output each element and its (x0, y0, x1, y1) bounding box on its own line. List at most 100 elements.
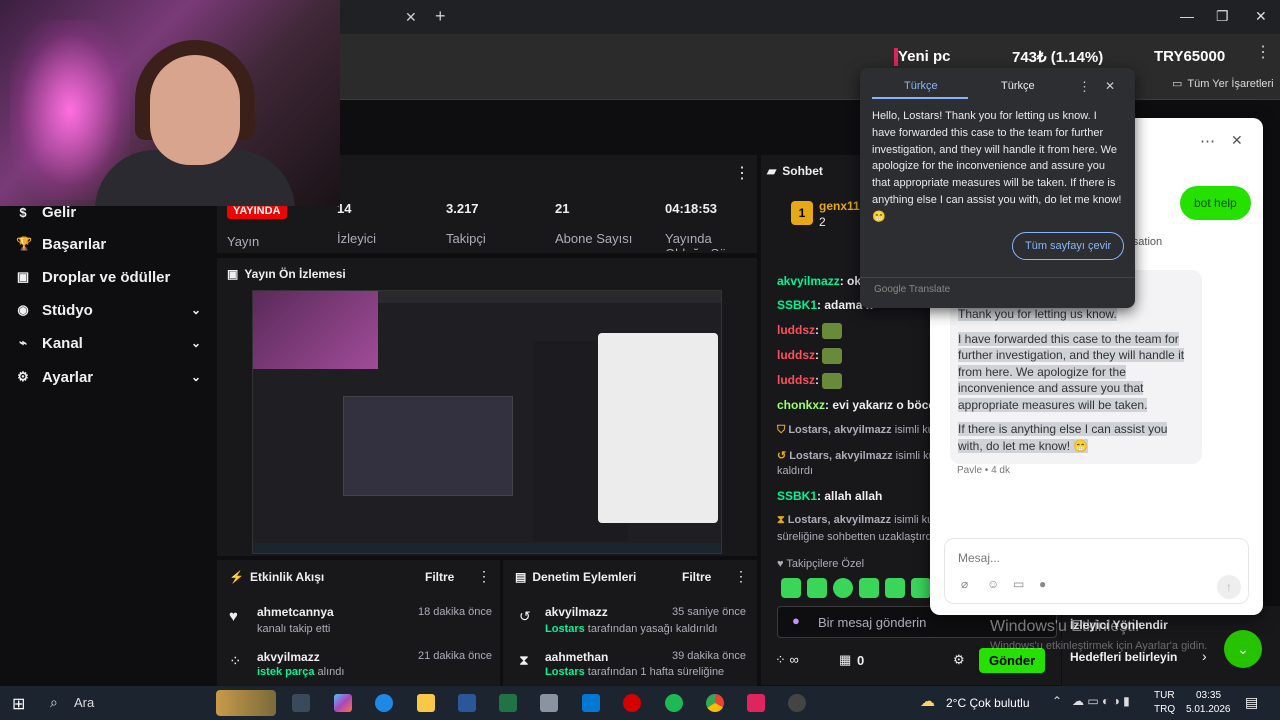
translate-footer: Google Translate (874, 284, 951, 295)
moderation-row-name[interactable]: akvyilmazz (545, 605, 608, 619)
language-secondary[interactable]: TRQ (1154, 704, 1175, 715)
channel-points-icon[interactable]: ⁘ ∞ (775, 652, 799, 668)
sidebar-item-settings[interactable]: ⚙ Ayarlar ⌄ (16, 365, 201, 389)
stream-preview-video[interactable] (252, 290, 722, 554)
chrome-icon[interactable] (706, 694, 724, 712)
sidebar-item-drops[interactable]: ▣ Droplar ve ödüller (16, 265, 201, 289)
activity-row-time: 21 dakika önce (418, 650, 492, 662)
microphone-icon[interactable]: ● (1039, 577, 1046, 591)
sidebar-item-achievements[interactable]: 🏆 Başarılar (16, 232, 201, 256)
all-bookmarks-link[interactable]: ▭ Tüm Yer İşaretleri (1172, 77, 1274, 90)
emoji-icon[interactable]: ☺ (987, 577, 999, 591)
language-primary[interactable]: TUR (1154, 690, 1175, 701)
copilot-icon[interactable] (334, 694, 352, 712)
agent-message-p2: I have forwarded this case to the team f… (958, 331, 1185, 412)
activity-row-name[interactable]: akvyilmazz (257, 650, 320, 664)
ticker-goal: TRY65000 (1154, 48, 1226, 65)
store-icon[interactable] (582, 694, 600, 712)
search-icon[interactable]: ⌕ (50, 694, 58, 711)
duration-label: Yayında Olduğu Süre (665, 231, 738, 251)
stats-menu-icon[interactable]: ⋮ (734, 163, 750, 183)
emote-icon[interactable] (885, 578, 905, 598)
app-icon[interactable] (747, 694, 765, 712)
moderation-menu-icon[interactable]: ⋮ (734, 568, 748, 585)
activity-row-time: 18 dakika önce (418, 606, 492, 618)
agent-message-p1: Thank you for letting us know. (958, 307, 1117, 321)
tray-chevron-icon[interactable]: ⌃ (1052, 694, 1062, 708)
tab-close-icon[interactable]: ✕ (405, 9, 417, 26)
new-tab-icon[interactable]: + (435, 6, 446, 27)
spotify-icon[interactable] (665, 694, 683, 712)
folder-icon: ▭ (1172, 78, 1183, 90)
clock-time[interactable]: 03:35 (1196, 690, 1221, 701)
window-close-icon[interactable]: ✕ (1255, 8, 1267, 25)
notification-icon[interactable]: ▤ (1245, 694, 1258, 711)
attachment-icon[interactable]: ⌀ (961, 577, 968, 591)
taskbar-search[interactable]: Ara (74, 695, 94, 710)
activity-filter-button[interactable]: Filtre (425, 570, 454, 584)
emote-icon[interactable] (807, 578, 827, 598)
task-view-icon[interactable] (292, 694, 310, 712)
moderation-row-time: 35 saniye önce (672, 606, 746, 618)
moderation-filter-button[interactable]: Filtre (682, 570, 711, 584)
chevron-down-icon[interactable]: ⌄ (1224, 630, 1262, 668)
microphone-icon[interactable]: ● (792, 613, 800, 628)
undo-icon: ↺ (519, 608, 531, 624)
maximize-icon[interactable]: ❐ (1216, 8, 1229, 25)
calculator-icon[interactable] (540, 694, 558, 712)
clock-date[interactable]: 5.01.2026 (1186, 704, 1231, 715)
support-menu-icon[interactable]: ⋯ (1200, 132, 1215, 150)
translate-popup: Türkçe Türkçe ⋮ ✕ Hello, Lostars! Thank … (860, 68, 1135, 308)
agent-meta: Pavle • 4 dk (957, 465, 1010, 476)
windows-start-icon[interactable]: ⊞ (12, 694, 25, 714)
viewers-label: İzleyici (337, 231, 377, 246)
translate-tab-source[interactable]: Türkçe (904, 80, 938, 92)
activity-menu-icon[interactable]: ⋮ (477, 568, 491, 585)
chevron-down-icon: ⌄ (190, 303, 201, 317)
obs-icon[interactable] (788, 694, 806, 712)
gear-icon[interactable]: ⚙ (953, 652, 965, 668)
camera-icon: ◉ (17, 302, 29, 317)
gift-icon[interactable]: ▦ (839, 652, 851, 668)
stream-preview-panel: ▣ Yayın Ön İzlemesi (217, 258, 757, 556)
moderation-row-name[interactable]: aahmethan (545, 650, 608, 664)
chevron-down-icon: ⌄ (190, 370, 201, 384)
file-explorer-icon[interactable] (417, 694, 435, 712)
leaderboard-user[interactable]: genx11 (819, 199, 860, 213)
gif-icon[interactable]: ▭ (1013, 577, 1024, 591)
translate-tab-target[interactable]: Türkçe (1001, 80, 1035, 92)
hourglass-icon: ⧗ (777, 514, 788, 526)
weather-text[interactable]: 2°C Çok bulutlu (946, 696, 1030, 710)
emote-icon[interactable] (911, 578, 931, 598)
excel-icon[interactable] (499, 694, 517, 712)
emote-icon (822, 323, 843, 339)
points-icon: ⁘ (229, 653, 242, 670)
emote-icon[interactable] (833, 578, 853, 598)
gear-icon: ⚙ (17, 369, 29, 384)
moderation-row-sub: Lostars tarafından yasağı kaldırıldı (545, 623, 718, 635)
chat-mod-notice: ↺ Lostars, akvyilmazz isimli ku (777, 450, 935, 462)
support-input-placeholder: Mesaj... (958, 551, 1001, 565)
translate-divider (860, 277, 1135, 278)
edge-icon[interactable] (375, 694, 393, 712)
activity-row-name[interactable]: ahmetcannya (257, 605, 334, 619)
translate-page-button[interactable]: Tüm sayfayı çevir (1012, 232, 1125, 260)
webcam-person-face (150, 55, 240, 165)
word-icon[interactable] (458, 694, 476, 712)
translate-close-icon[interactable]: ✕ (1105, 79, 1115, 93)
sidebar-item-channel[interactable]: ⌁ Kanal ⌄ (16, 331, 201, 355)
undo-icon: ↺ (777, 450, 790, 462)
support-close-icon[interactable]: ✕ (1231, 132, 1243, 149)
support-message-input[interactable]: Mesaj... ⌀ ☺ ▭ ● ↑ (944, 538, 1249, 604)
translate-menu-icon[interactable]: ⋮ (1078, 79, 1091, 95)
chevron-down-icon: ⌄ (190, 336, 201, 350)
opera-icon[interactable] (623, 694, 641, 712)
send-arrow-icon[interactable]: ↑ (1217, 575, 1241, 599)
tray-icons[interactable]: ☁ ▭ ◐ ◑ ▮ (1072, 694, 1130, 708)
browser-menu-icon[interactable]: ⋮ (1255, 42, 1271, 62)
emote-icon[interactable] (781, 578, 801, 598)
emote-icon[interactable] (859, 578, 879, 598)
sidebar-item-studio[interactable]: ◉ Stüdyo ⌄ (16, 298, 201, 322)
minimize-icon[interactable]: — (1180, 8, 1194, 24)
windows-activation-watermark: Windows'u Etkinleştir (990, 618, 1141, 635)
